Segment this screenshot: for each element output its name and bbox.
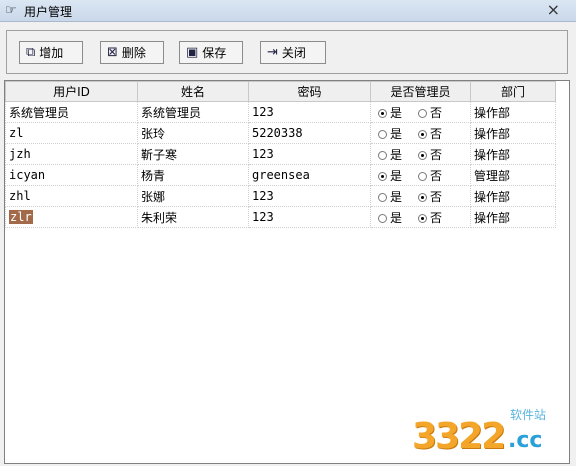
close-window-button[interactable]: × (547, 0, 560, 19)
table-row[interactable]: zhl 张娜 123 是否操作部 (5, 185, 556, 207)
table-row[interactable]: jzh 靳子寒 123 是否操作部 (5, 143, 556, 165)
cell-is-admin: 是否 (370, 164, 471, 186)
cell-password[interactable]: 123 (248, 143, 371, 165)
cell-user-id[interactable]: jzh (5, 143, 138, 165)
user-id-text: 系统管理员 (9, 105, 70, 120)
cell-department[interactable]: 操作部 (470, 206, 556, 228)
admin-yes-radio[interactable] (378, 129, 387, 139)
cell-is-admin: 是否 (370, 122, 471, 144)
admin-yes-radio[interactable] (378, 108, 387, 118)
cell-user-id[interactable]: zlr (5, 206, 138, 228)
cell-department[interactable]: 操作部 (470, 143, 556, 165)
cell-name[interactable]: 靳子寒 (137, 143, 249, 165)
admin-no-label: 否 (430, 105, 443, 120)
title-bar: ☞ 用户管理 × (0, 0, 576, 22)
delete-button[interactable]: ⊠ 删除 (100, 41, 164, 64)
cell-user-id[interactable]: zhl (5, 185, 138, 207)
table-body: 系统管理员 系统管理员 123 是否操作部 zl 张玲 5220338 是否操作部 jzh 靳子寒… (5, 101, 556, 228)
admin-yes-label: 是 (390, 147, 403, 162)
cell-password[interactable]: 123 (248, 206, 371, 228)
user-table: 用户ID 姓名 密码 是否管理员 部门 系统管理员 系统管理员 123 是否操作部 zl… (5, 81, 556, 228)
table-row[interactable]: 系统管理员 系统管理员 123 是否操作部 (5, 101, 556, 123)
cell-user-id[interactable]: 系统管理员 (5, 101, 138, 123)
admin-yes-label: 是 (390, 189, 403, 204)
cell-department[interactable]: 操作部 (470, 185, 556, 207)
column-header-department[interactable]: 部门 (470, 81, 556, 102)
add-button[interactable]: ⧉ 增加 (19, 41, 83, 64)
admin-no-radio[interactable] (418, 108, 428, 118)
user-id-text: zlr (9, 210, 33, 224)
save-button[interactable]: ▣ 保存 (179, 41, 243, 64)
exit-door-icon: ⇥ (267, 45, 278, 60)
admin-no-radio[interactable] (418, 213, 428, 223)
cell-name[interactable]: 朱利荣 (137, 206, 249, 228)
cell-name[interactable]: 张娜 (137, 185, 249, 207)
floppy-disk-icon: ▣ (186, 45, 199, 60)
cell-password[interactable]: greensea (248, 164, 371, 186)
column-header-name[interactable]: 姓名 (137, 81, 249, 102)
admin-no-radio[interactable] (418, 150, 428, 160)
admin-yes-radio[interactable] (378, 213, 387, 223)
cell-department[interactable]: 操作部 (470, 101, 556, 123)
admin-no-label: 否 (430, 168, 443, 183)
user-id-text: zhl (9, 189, 31, 203)
delete-icon: ⊠ (107, 45, 118, 60)
watermark-site-name: 软件站 (510, 408, 547, 422)
user-management-window: ⧉ 增加 ⊠ 删除 ▣ 保存 ⇥ 关闭 用户ID 姓名 密码 是否管理员 部门 (0, 22, 576, 466)
cell-password[interactable]: 123 (248, 185, 371, 207)
watermark-logo: 3322 .cc 软件站 (412, 406, 562, 458)
cell-password[interactable]: 123 (248, 101, 371, 123)
table-row[interactable]: icyan 杨青 greensea 是否管理部 (5, 164, 556, 186)
table-header-row: 用户ID 姓名 密码 是否管理员 部门 (5, 81, 556, 102)
watermark-domain: .cc (508, 428, 543, 453)
admin-yes-radio[interactable] (378, 150, 387, 160)
admin-no-radio[interactable] (418, 192, 428, 202)
cell-department[interactable]: 操作部 (470, 122, 556, 144)
admin-no-label: 否 (430, 147, 443, 162)
table-row[interactable]: zl 张玲 5220338 是否操作部 (5, 122, 556, 144)
cell-department[interactable]: 管理部 (470, 164, 556, 186)
admin-no-label: 否 (430, 210, 443, 225)
admin-no-label: 否 (430, 189, 443, 204)
toolbar: ⧉ 增加 ⊠ 删除 ▣ 保存 ⇥ 关闭 (6, 30, 568, 74)
close-button[interactable]: ⇥ 关闭 (260, 41, 326, 64)
cell-name[interactable]: 系统管理员 (137, 101, 249, 123)
user-id-text: icyan (9, 168, 46, 182)
add-icon: ⧉ (26, 45, 36, 60)
cell-is-admin: 是否 (370, 185, 471, 207)
cell-is-admin: 是否 (370, 143, 471, 165)
column-header-password[interactable]: 密码 (248, 81, 371, 102)
cell-password[interactable]: 5220338 (248, 122, 371, 144)
admin-yes-radio[interactable] (378, 171, 387, 181)
cell-is-admin: 是否 (370, 206, 471, 228)
admin-yes-radio[interactable] (378, 192, 387, 202)
column-header-is-admin[interactable]: 是否管理员 (370, 81, 471, 102)
watermark-number: 3322 (412, 416, 506, 457)
cell-user-id[interactable]: icyan (5, 164, 138, 186)
admin-yes-label: 是 (390, 210, 403, 225)
admin-yes-label: 是 (390, 168, 403, 183)
admin-no-label: 否 (430, 126, 443, 141)
save-button-label: 保存 (202, 46, 227, 60)
user-id-text: jzh (9, 147, 31, 161)
admin-yes-label: 是 (390, 105, 403, 120)
delete-button-label: 删除 (121, 46, 146, 60)
admin-no-radio[interactable] (418, 171, 428, 181)
cell-is-admin: 是否 (370, 101, 471, 123)
admin-yes-label: 是 (390, 126, 403, 141)
cell-user-id[interactable]: zl (5, 122, 138, 144)
window-title: 用户管理 (24, 5, 73, 19)
cell-name[interactable]: 张玲 (137, 122, 249, 144)
app-icon: ☞ (5, 3, 17, 18)
user-id-text: zl (9, 126, 24, 140)
column-header-user-id[interactable]: 用户ID (5, 81, 138, 102)
cell-name[interactable]: 杨青 (137, 164, 249, 186)
admin-no-radio[interactable] (418, 129, 428, 139)
add-button-label: 增加 (39, 46, 64, 60)
close-button-label: 关闭 (281, 46, 306, 60)
table-row[interactable]: zlr 朱利荣 123 是否操作部 (5, 206, 556, 228)
